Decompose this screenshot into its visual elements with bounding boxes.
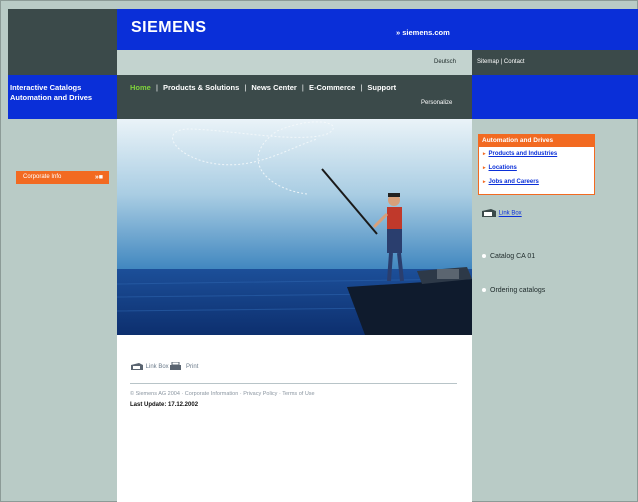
sitemap-contact-links[interactable]: Sitemap | Contact	[477, 59, 525, 65]
print-icon[interactable]	[170, 361, 184, 371]
link-box-icon	[481, 208, 497, 218]
box-item-products-industries[interactable]: ▸ Products and Industries	[479, 147, 594, 161]
footer-links[interactable]: © Siemens AG 2004 · Corporate Informatio…	[130, 391, 315, 397]
main-nav: Home | Products & Solutions | News Cente…	[130, 83, 396, 92]
last-update: Last Update: 17.12.2002	[130, 402, 199, 408]
siemens-com-link[interactable]: » siemens.com	[396, 28, 450, 37]
automation-drives-box: Automation and Drives ▸ Products and Indu…	[478, 134, 595, 195]
nav-separator: |	[155, 83, 158, 92]
catalog-title[interactable]: Interactive Catalogs Automation and Driv…	[10, 83, 116, 103]
right-link-box[interactable]: Link Box	[481, 208, 522, 218]
nav-home[interactable]: Home	[130, 83, 151, 92]
bullet-icon	[482, 254, 486, 259]
link-box-icon[interactable]	[130, 362, 144, 371]
nav-products-solutions[interactable]: Products & Solutions	[163, 83, 239, 92]
bullet-icon	[482, 288, 486, 293]
bullet-arrow-icon: ▸	[483, 179, 486, 185]
bullet-arrow-icon: ▸	[483, 165, 486, 171]
right-link-box-label: Link Box	[498, 210, 522, 217]
nav-support[interactable]: Support	[367, 83, 396, 92]
automation-drives-title: Automation and Drives	[479, 135, 594, 147]
box-item-jobs-careers[interactable]: ▸ Jobs and Careers	[479, 175, 594, 189]
siemens-logo[interactable]: SIEMENS	[131, 19, 207, 37]
language-bar	[117, 50, 472, 75]
link-box-link[interactable]: Link Box	[146, 364, 169, 370]
language-link[interactable]: Deutsch	[434, 59, 456, 65]
bullet-arrow-icon: ▸	[483, 151, 486, 157]
catalog-title-line2: Automation and Drives	[10, 93, 93, 102]
content-area	[117, 335, 472, 502]
nav-news-center[interactable]: News Center	[251, 83, 296, 92]
hero-image	[117, 119, 472, 335]
box-item-locations[interactable]: ▸ Locations	[479, 161, 594, 175]
personalize-link[interactable]: Personalize	[421, 100, 452, 106]
main-nav-bar	[117, 75, 472, 119]
catalog-ca01-link[interactable]: Catalog CA 01	[482, 253, 535, 260]
corporate-info-arrow-icon: »■	[94, 174, 103, 181]
catalog-title-line1: Interactive Catalogs	[10, 83, 82, 92]
right-header-panel	[472, 75, 638, 119]
corporate-info-button[interactable]: Corporate Info »■	[16, 171, 109, 184]
nav-separator: |	[360, 83, 363, 92]
nav-separator: |	[244, 83, 247, 92]
nav-e-commerce[interactable]: E-Commerce	[309, 83, 355, 92]
print-link[interactable]: Print	[186, 364, 198, 370]
corporate-info-label: Corporate Info	[23, 174, 62, 180]
content-tools: Link Box Print	[130, 361, 198, 371]
ordering-catalogs-link[interactable]: Ordering catalogs	[482, 287, 545, 294]
nav-separator: |	[301, 83, 304, 92]
footer-divider	[130, 383, 457, 384]
left-top-panel	[8, 9, 117, 75]
